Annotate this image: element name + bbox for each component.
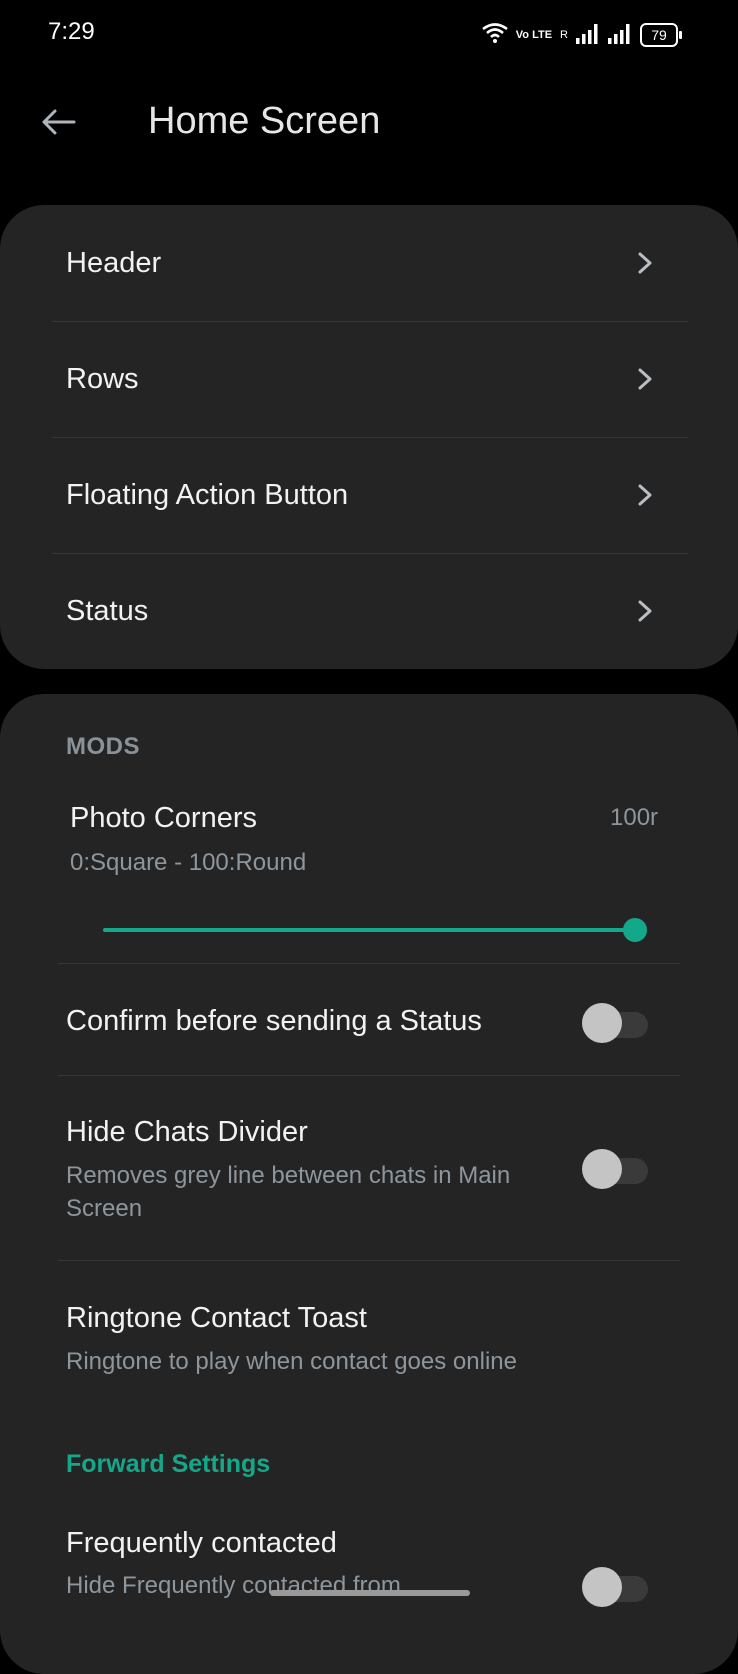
status-time: 7:29 [48,18,95,45]
chevron-right-icon [636,591,656,631]
ringtone-toast-subtitle: Ringtone to play when contact goes onlin… [66,1348,517,1375]
nav-item-label: Header [66,246,162,279]
section-header-mods: MODS [66,733,140,760]
photo-corners-slider-track[interactable] [103,928,635,932]
chevron-right-icon [636,359,656,399]
nav-item-floating-action-button[interactable]: Floating Action Button [0,437,738,553]
arrow-left-icon [40,108,76,141]
nav-item-status[interactable]: Status [0,553,738,669]
status-icons: Vo LTE R 79 [482,20,682,50]
frequently-contacted-subtitle: Hide Frequently contacted from [66,1572,401,1599]
chevron-right-icon [636,475,656,515]
volte-icon: Vo LTE [515,29,553,41]
photo-corners-subtitle: 0:Square - 100:Round [70,849,307,876]
roaming-indicator: R [560,29,568,41]
wifi-icon [482,22,508,49]
hide-divider-subtitle: Removes grey line between chats in Main … [66,1162,511,1222]
nav-item-label: Floating Action Button [66,478,349,511]
photo-corners-slider-thumb[interactable] [623,918,647,942]
settings-nav-card: Header Rows Floating Action Button Statu… [0,205,738,669]
back-button[interactable] [34,100,82,148]
home-indicator[interactable] [270,1590,470,1596]
confirm-status-title: Confirm before sending a Status [66,1005,482,1037]
nav-item-header[interactable]: Header [0,205,738,321]
frequently-contacted-title: Frequently contacted [66,1527,337,1559]
page-title: Home Screen [148,100,381,142]
section-header-forward-settings: Forward Settings [66,1450,271,1478]
toggle-thumb [582,1003,622,1043]
divider [58,1260,680,1261]
photo-corners-title: Photo Corners [70,802,257,834]
nav-item-rows[interactable]: Rows [0,321,738,437]
hide-divider-title: Hide Chats Divider [66,1116,308,1148]
confirm-status-toggle[interactable] [582,1001,650,1043]
battery-icon: 79 [640,23,682,47]
signal-icon [576,22,600,49]
hide-divider-toggle[interactable] [582,1147,650,1189]
nav-item-label: Rows [66,362,139,395]
nav-item-label: Status [66,594,149,627]
toggle-thumb [582,1567,622,1607]
signal-icon-2 [608,22,632,49]
toggle-thumb [582,1149,622,1189]
frequently-contacted-toggle[interactable] [582,1565,650,1607]
ringtone-toast-title: Ringtone Contact Toast [66,1302,367,1334]
photo-corners-value: 100r [610,804,659,831]
chevron-right-icon [636,243,656,283]
battery-level: 79 [651,27,667,43]
